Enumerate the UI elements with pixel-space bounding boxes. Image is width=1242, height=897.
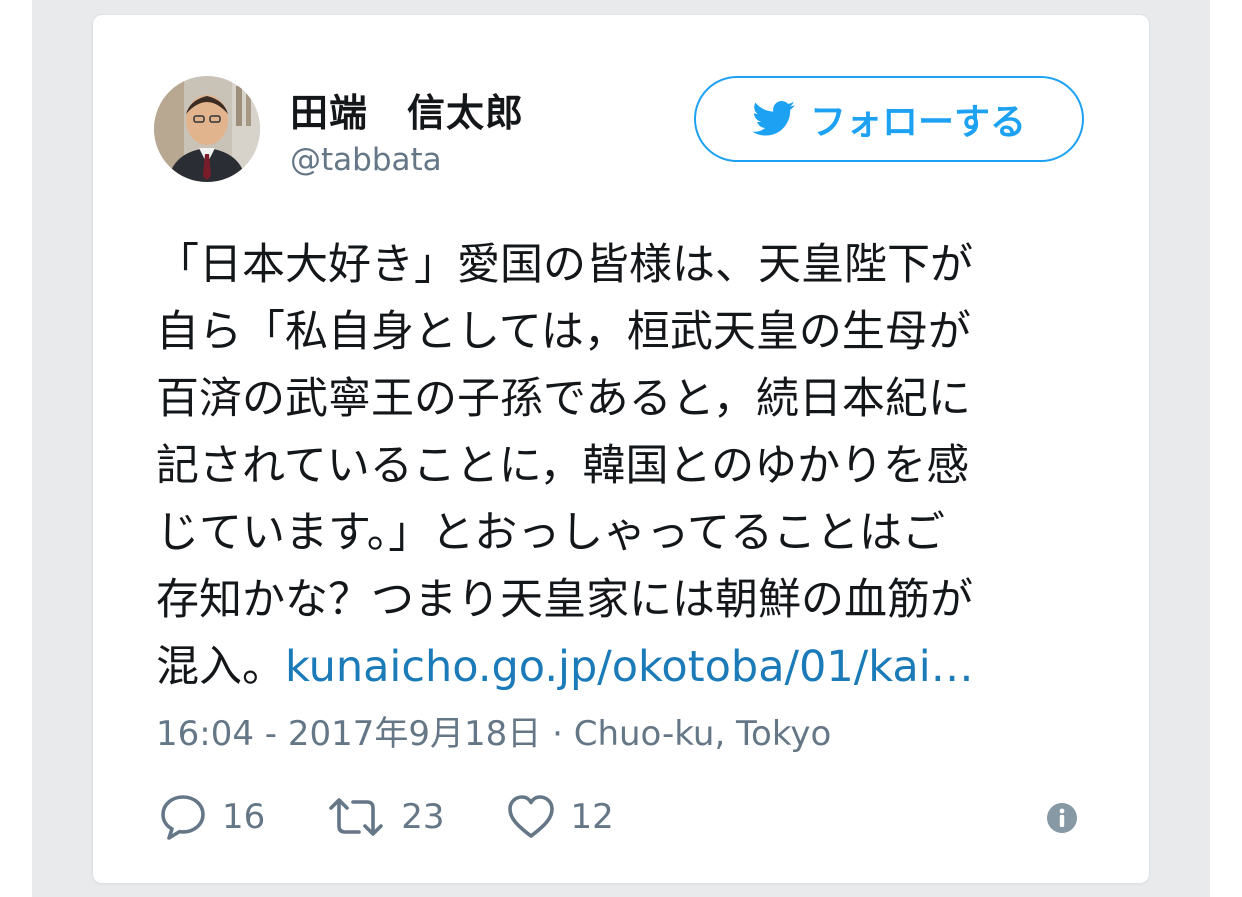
user-handle[interactable]: @tabbata [290,142,442,178]
tweet-line: 存知かな？つまり天皇家には朝鮮の血筋が [156,575,973,625]
reply-count: 16 [222,797,266,837]
tweet-timestamp-location[interactable]: 16:04 - 2017年9月18日 · Chuo-ku, Tokyo [156,706,831,755]
heart-icon [507,795,554,838]
tweet-text: 「日本大好き」愛国の皆様は、天皇陛下が 自ら「私自身としては，桓武天皇の生母が … [156,232,1086,701]
avatar[interactable] [154,76,260,182]
retweet-button[interactable]: 23 [325,792,445,842]
tweet-line: 自ら「私自身としては，桓武天皇の生母が [156,307,971,357]
like-button[interactable]: 12 [505,792,614,842]
display-name[interactable]: 田端 信太郎 [290,82,524,137]
tweet-line-text: 混入。 [156,642,285,692]
info-icon[interactable] [1046,802,1078,834]
tweet-line: 「日本大好き」愛国の皆様は、天皇陛下が [156,240,973,290]
tweet-link[interactable]: kunaicho.go.jp/okotoba/01/kai… [285,642,974,692]
twitter-bird-icon [752,101,795,136]
tweet-line: じています。」とおっしゃってることはご [156,508,946,558]
retweet-count: 23 [401,797,445,837]
tweet-actions: 16 23 12 [158,790,674,844]
follow-button-label: フォローする [809,102,1026,143]
follow-button[interactable]: フォローする [694,76,1084,162]
reply-button[interactable]: 16 [158,792,265,842]
tweet-line: 記されていることに，韓国とのゆかりを感 [156,441,970,491]
tweet-line: 百済の武寧王の子孫であると，続日本紀に [156,374,971,424]
reply-icon [161,795,205,840]
tweet-last-line: 混入。kunaicho.go.jp/okotoba/01/kai… [156,634,1086,701]
retweet-icon [329,798,384,836]
like-count: 12 [570,797,614,837]
